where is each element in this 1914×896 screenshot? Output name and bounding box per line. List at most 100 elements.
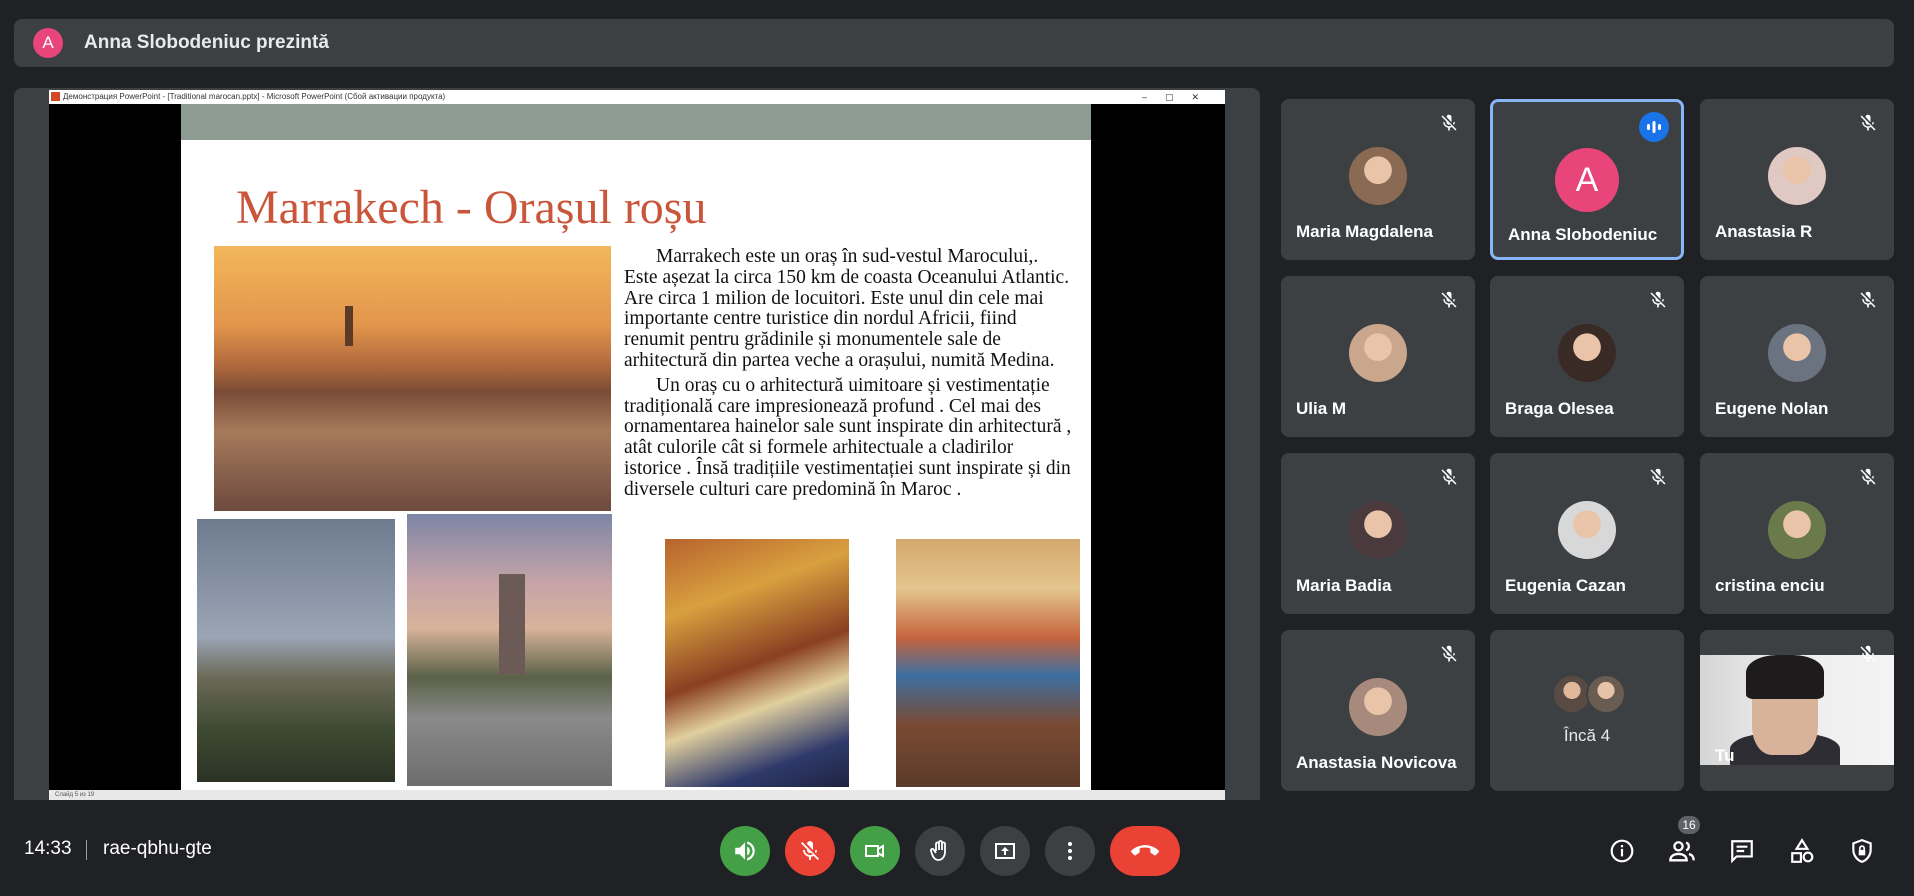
microphone-button[interactable] xyxy=(785,826,835,876)
participant-tile[interactable]: cristina enciu xyxy=(1700,453,1894,614)
presenter-avatar: A xyxy=(33,28,63,58)
palace-interior-photo xyxy=(896,539,1080,787)
mic-off-icon xyxy=(1860,468,1876,485)
meeting-details-button[interactable] xyxy=(1607,836,1637,866)
participant-tile[interactable]: Eugenia Cazan xyxy=(1490,453,1684,614)
participant-tile[interactable]: Maria Badia xyxy=(1281,453,1475,614)
info-icon xyxy=(1610,839,1634,863)
mic-off-icon xyxy=(1650,468,1666,485)
mic-off-icon xyxy=(801,841,819,860)
mic-off-icon xyxy=(1441,645,1457,662)
present-screen-button[interactable] xyxy=(980,826,1030,876)
window-controls: –▢✕ xyxy=(1141,92,1217,102)
mic-off-icon xyxy=(1441,114,1457,131)
speaking-indicator xyxy=(1639,112,1669,142)
shield-lock-icon xyxy=(1852,839,1872,863)
control-bar: 14:33 rae-qbhu-gte 16 xyxy=(0,800,1914,896)
more-avatars xyxy=(1552,674,1626,716)
speaking-icon xyxy=(1647,121,1661,133)
marrakech-square-photo xyxy=(214,246,611,511)
participant-name: cristina enciu xyxy=(1715,576,1825,595)
participant-avatar xyxy=(1558,324,1616,382)
participant-tile[interactable]: Anastasia Novicova xyxy=(1281,630,1475,791)
ornamented-ceiling-photo xyxy=(665,539,849,787)
ppt-slide-counter: Слайд 5 из 19 xyxy=(55,792,95,798)
participant-name: Maria Magdalena xyxy=(1296,222,1433,241)
participant-tile[interactable]: Ulia M xyxy=(1281,276,1475,437)
participant-tile[interactable]: Anastasia R xyxy=(1700,99,1894,260)
camera-button[interactable] xyxy=(850,826,900,876)
raise-hand-button[interactable] xyxy=(915,826,965,876)
participant-avatar xyxy=(1349,678,1407,736)
host-controls-button[interactable] xyxy=(1847,836,1877,866)
more-avatar-2 xyxy=(1586,674,1626,714)
participant-name: Anastasia R xyxy=(1715,222,1813,241)
slide-paragraph-1: Marrakech este un oraș în sud-vestul Mar… xyxy=(624,246,1070,371)
muted-indicator xyxy=(1437,642,1461,666)
city-street-photo xyxy=(197,519,395,782)
powerpoint-icon xyxy=(51,92,60,101)
participant-tile[interactable]: Maria Magdalena xyxy=(1281,99,1475,260)
participant-name: Braga Olesea xyxy=(1505,399,1614,418)
ppt-titlebar: Демонстрация PowerPoint - [Traditional m… xyxy=(49,90,1225,104)
present-icon xyxy=(995,843,1015,859)
participant-name: Maria Badia xyxy=(1296,576,1392,595)
activities-button[interactable] xyxy=(1787,836,1817,866)
slide-header-band xyxy=(181,104,1091,140)
meet-app: A Anna Slobodeniuc prezintă Демонстрация… xyxy=(0,0,1914,896)
people-button[interactable] xyxy=(1667,836,1697,866)
hand-icon xyxy=(930,840,946,861)
participant-avatar xyxy=(1768,501,1826,559)
mic-off-icon xyxy=(1441,468,1457,485)
muted-indicator xyxy=(1646,288,1670,312)
muted-indicator xyxy=(1646,465,1670,489)
mic-off-icon xyxy=(1860,291,1876,308)
participant-avatar xyxy=(1349,501,1407,559)
participant-avatar xyxy=(1558,501,1616,559)
muted-indicator xyxy=(1856,288,1880,312)
muted-indicator xyxy=(1437,465,1461,489)
muted-indicator xyxy=(1856,111,1880,135)
participant-avatar xyxy=(1349,324,1407,382)
slide-body: Marrakech este un oraș în sud-vestul Mar… xyxy=(624,246,1074,505)
muted-indicator xyxy=(1437,288,1461,312)
self-name: Tu xyxy=(1715,746,1735,765)
people-icon xyxy=(1669,841,1695,862)
participant-avatar xyxy=(1768,147,1826,205)
hang-up-icon xyxy=(1131,845,1159,856)
muted-indicator xyxy=(1856,642,1880,666)
more-vert-icon xyxy=(1068,842,1072,860)
more-options-button[interactable] xyxy=(1045,826,1095,876)
speaker-button[interactable] xyxy=(720,826,770,876)
participant-tile[interactable]: Eugene Nolan xyxy=(1700,276,1894,437)
participant-name: Anna Slobodeniuc xyxy=(1508,225,1658,244)
meeting-time: 14:33 xyxy=(24,838,72,859)
mic-off-icon xyxy=(1650,291,1666,308)
camera-icon xyxy=(865,844,884,858)
participant-name: Eugene Nolan xyxy=(1715,399,1829,418)
participant-name: Ulia M xyxy=(1296,399,1347,418)
mosque-photo xyxy=(407,514,612,786)
ppt-window-title: Демонстрация PowerPoint - [Traditional m… xyxy=(63,92,446,101)
more-participants-tile[interactable]: Încă 4 xyxy=(1490,630,1684,791)
participant-name: Eugenia Cazan xyxy=(1505,576,1626,595)
shapes-icon xyxy=(1791,838,1814,863)
slide-paragraph-2: Un oraș cu o arhitectură uimitoare și ve… xyxy=(624,374,1072,500)
participant-name: Anastasia Novicova xyxy=(1296,753,1457,772)
leave-call-button[interactable] xyxy=(1110,826,1180,876)
participant-tile[interactable]: Braga Olesea xyxy=(1490,276,1684,437)
self-view-tile[interactable]: Tu xyxy=(1700,630,1894,791)
speaker-icon xyxy=(735,841,755,861)
shared-screen[interactable]: Демонстрация PowerPoint - [Traditional m… xyxy=(49,90,1225,800)
meeting-code: rae-qbhu-gte xyxy=(103,838,212,859)
chat-button[interactable] xyxy=(1727,836,1757,866)
chat-icon xyxy=(1731,840,1753,864)
participant-avatar xyxy=(1349,147,1407,205)
mic-off-icon xyxy=(1860,645,1876,662)
presenter-text: Anna Slobodeniuc prezintă xyxy=(84,32,329,53)
slide: Marrakech - Orașul roșu Marrakech este u… xyxy=(181,104,1091,790)
participant-tile[interactable]: A Anna Slobodeniuc xyxy=(1490,99,1684,260)
more-participants-label: Încă 4 xyxy=(1563,726,1611,745)
mic-off-icon xyxy=(1860,114,1876,131)
participant-avatar xyxy=(1768,324,1826,382)
